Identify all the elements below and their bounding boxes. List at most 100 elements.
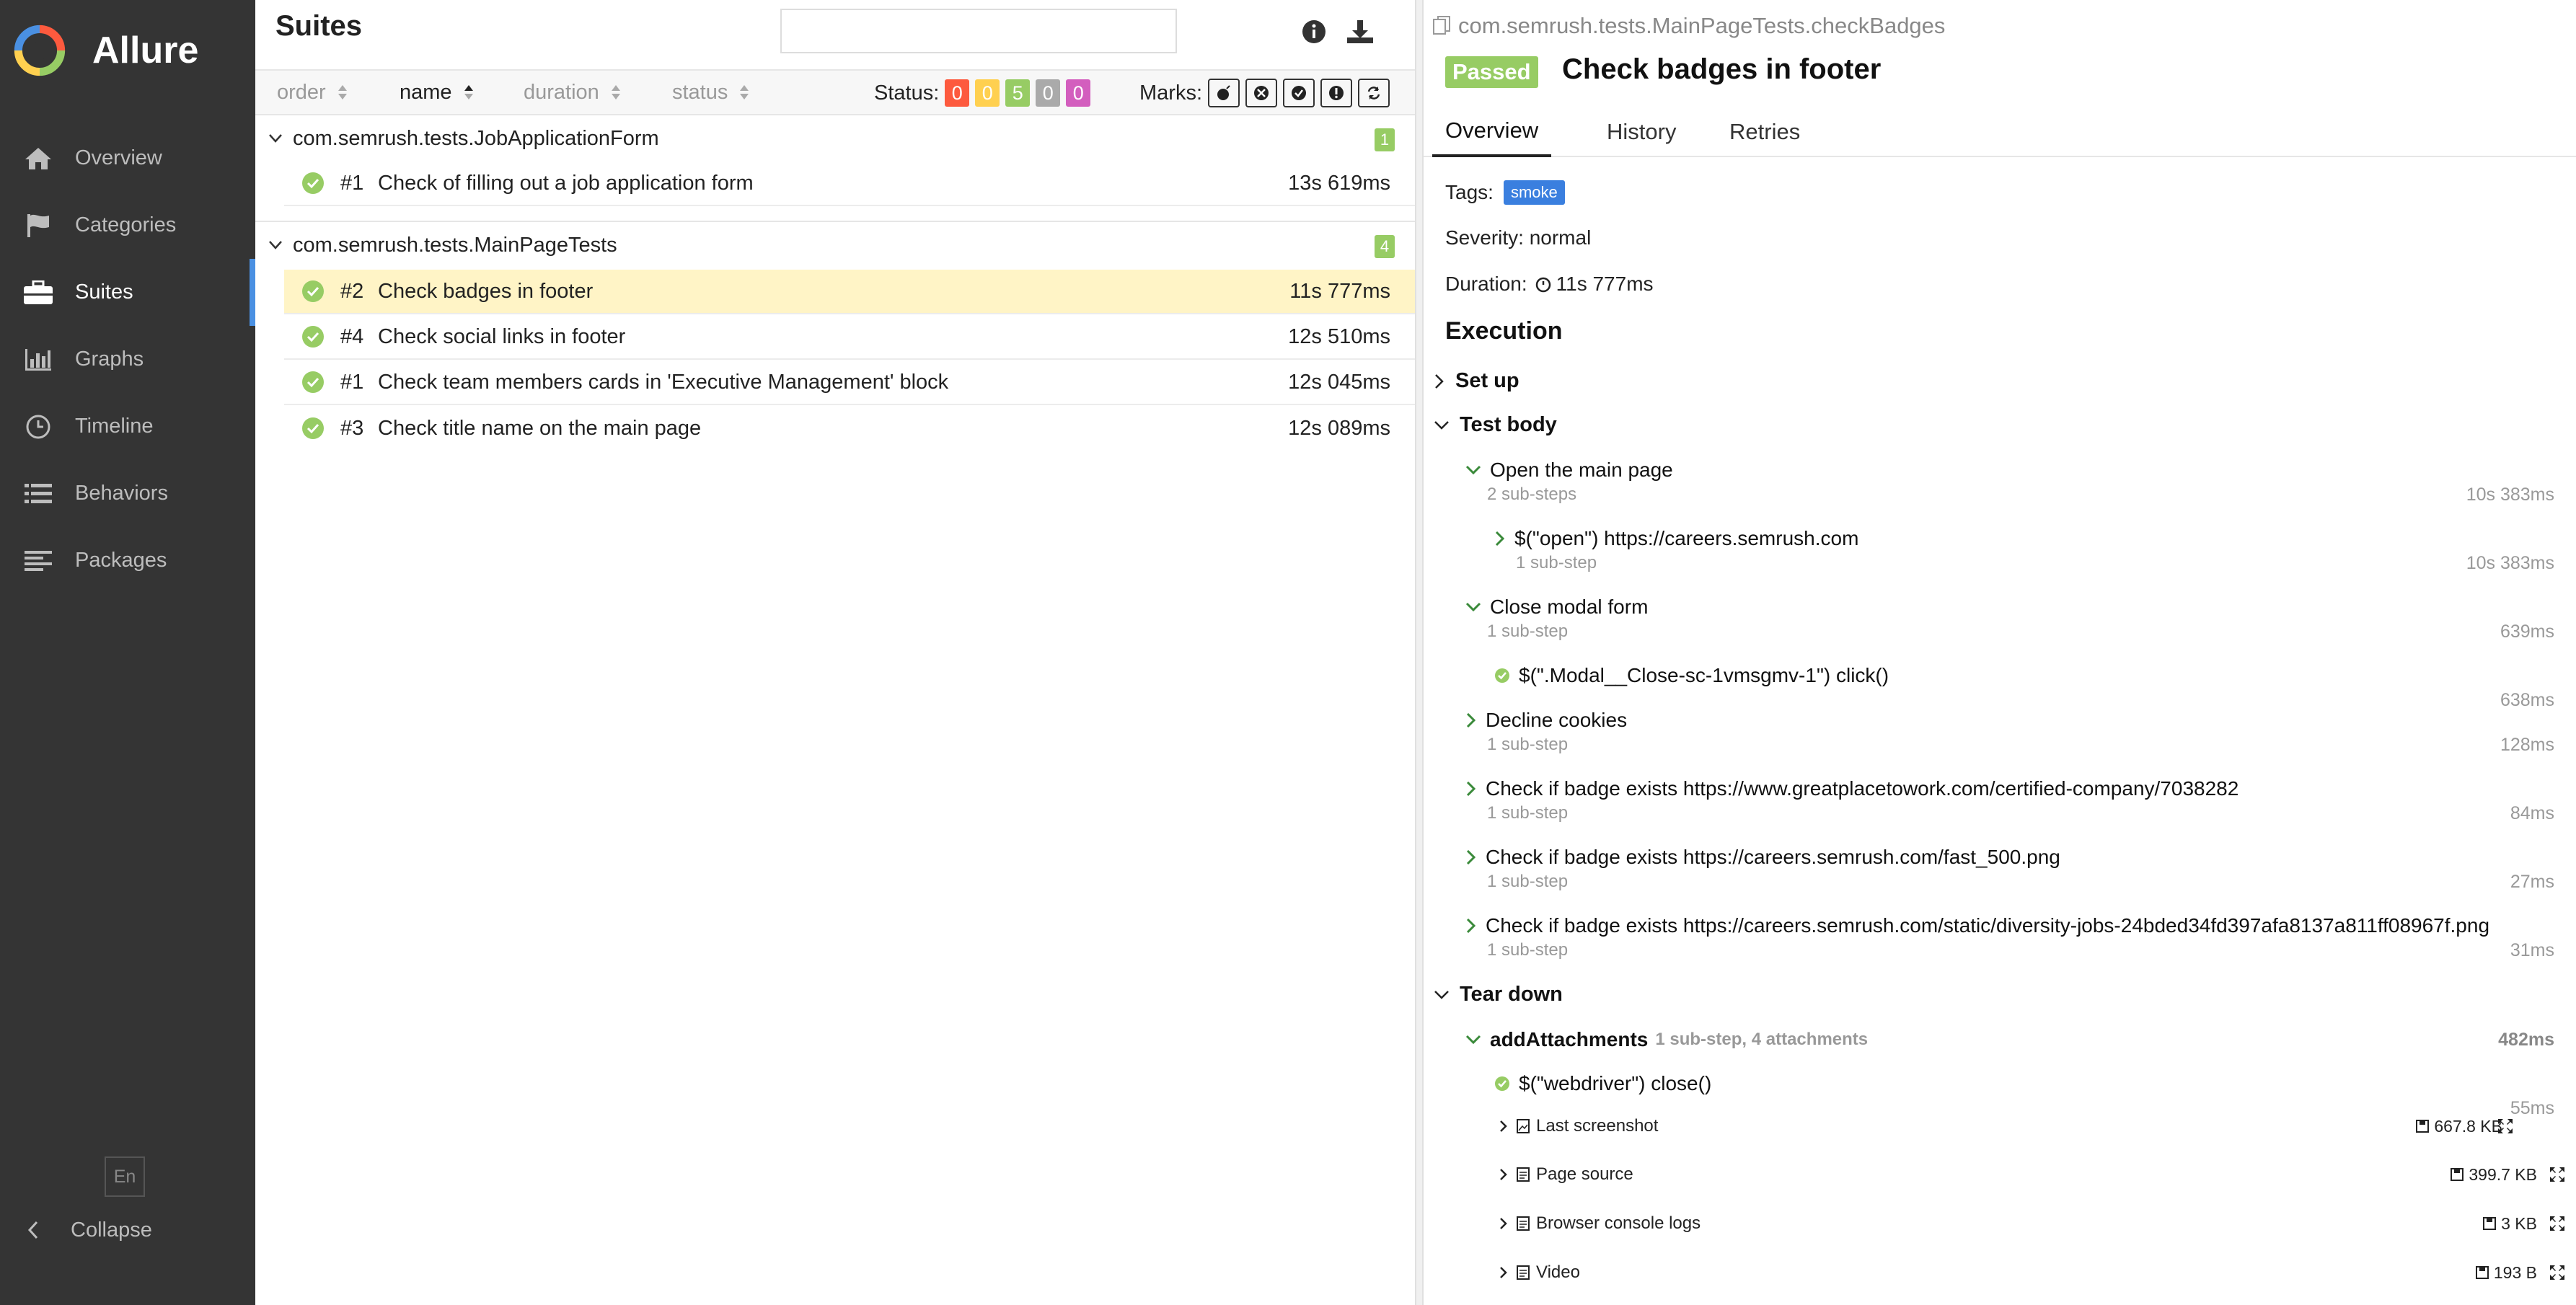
step-row[interactable]: $("open") https://careers.semrush.com xyxy=(1494,527,1858,550)
sort-arrows-icon xyxy=(739,84,749,101)
test-name: Check social links in footer xyxy=(378,324,626,348)
step-row[interactable]: Check if badge exists https://careers.se… xyxy=(1465,914,2489,937)
bar-chart-icon xyxy=(22,345,55,374)
step-name: $("webdriver") close() xyxy=(1519,1072,1712,1094)
attachment-name: Page source xyxy=(1536,1164,1633,1184)
status-broken-toggle[interactable]: 0 xyxy=(975,79,1000,107)
align-left-icon xyxy=(22,547,55,575)
info-icon[interactable] xyxy=(1298,16,1330,48)
collapse-button[interactable]: Collapse xyxy=(0,1201,255,1259)
step-name: Close modal form xyxy=(1490,596,1649,618)
sidebar-item-overview[interactable]: Overview xyxy=(0,125,255,192)
pane-splitter[interactable] xyxy=(1415,0,1424,1305)
step-substeps: 1 sub-step xyxy=(1487,621,1569,641)
sort-duration[interactable]: duration xyxy=(524,71,621,114)
attachment-row[interactable]: Browser console logs 3 KB xyxy=(1499,1203,2566,1244)
attachment-size-text: 399.7 KB xyxy=(2469,1164,2537,1184)
duration-row: Duration: 11s 777ms xyxy=(1445,273,1654,296)
new-failed-mark-icon[interactable] xyxy=(1245,79,1277,107)
attachment-row[interactable]: Video 193 B xyxy=(1499,1252,2566,1293)
step-name: addAttachments xyxy=(1490,1028,1649,1050)
flaky-mark-icon[interactable] xyxy=(1208,79,1240,107)
sidebar-item-packages[interactable]: Packages xyxy=(0,527,255,594)
step-substeps: 1 sub-step xyxy=(1487,872,1569,891)
step-row[interactable]: Close modal form xyxy=(1465,596,1648,619)
step-row[interactable]: Check if badge exists https://www.greatp… xyxy=(1465,777,2238,800)
status-unknown-toggle[interactable]: 0 xyxy=(1066,79,1091,107)
step-row[interactable]: Decline cookies xyxy=(1465,709,1627,732)
tag-badge[interactable]: smoke xyxy=(1503,180,1565,205)
sidebar-item-label: Categories xyxy=(75,213,177,236)
sort-label: duration xyxy=(524,80,599,104)
test-row[interactable]: #4 Check social links in footer 12s 510m… xyxy=(284,315,1415,360)
tab-overview[interactable]: Overview xyxy=(1432,107,1552,157)
teardown-stage[interactable]: Tear down xyxy=(1434,983,1563,1007)
duration-label: Duration: xyxy=(1445,273,1527,295)
attachment-size: 3 KB xyxy=(2482,1214,2537,1234)
test-name: Check title name on the main page xyxy=(378,416,702,440)
expand-icon[interactable] xyxy=(2549,1215,2566,1232)
download-icon[interactable] xyxy=(1344,16,1376,48)
search-input[interactable] xyxy=(780,9,1177,53)
step-info: 1 sub-step, 4 attachments xyxy=(1655,1030,1869,1049)
expand-icon[interactable] xyxy=(2549,1166,2566,1183)
tab-retries[interactable]: Retries xyxy=(1716,107,1813,157)
sort-order[interactable]: order xyxy=(277,71,348,114)
test-number: #1 xyxy=(340,370,364,394)
step-name: Decline cookies xyxy=(1486,709,1628,731)
step-row[interactable]: Open the main page xyxy=(1465,459,1673,482)
sidebar-item-behaviors[interactable]: Behaviors xyxy=(0,460,255,527)
new-passed-mark-icon[interactable] xyxy=(1283,79,1315,107)
step-name: $(".Modal__Close-sc-1vmsgmv-1") click() xyxy=(1519,664,1889,686)
step-name: $("open") https://careers.semrush.com xyxy=(1514,527,1859,549)
flag-icon xyxy=(22,211,55,240)
test-number: #1 xyxy=(340,171,364,195)
teardown-step-row[interactable]: addAttachments 1 sub-step, 4 attachments xyxy=(1465,1028,1868,1051)
language-switcher[interactable]: En xyxy=(105,1156,145,1197)
chevron-right-icon xyxy=(1499,1120,1509,1133)
step-duration: 84ms xyxy=(2510,803,2554,823)
test-row[interactable]: #1 Check of filling out a job applicatio… xyxy=(284,162,1415,206)
retries-mark-icon[interactable] xyxy=(1358,79,1390,107)
tags-row: Tags: smoke xyxy=(1445,180,1565,205)
suite-group-mainpagetests[interactable]: com.semrush.tests.MainPageTests 4 xyxy=(255,222,1415,268)
status-failed-toggle[interactable]: 0 xyxy=(945,79,970,107)
brand[interactable]: Allure xyxy=(13,22,198,79)
new-broken-mark-icon[interactable] xyxy=(1320,79,1352,107)
passed-check-icon xyxy=(1494,668,1510,684)
sidebar-item-timeline[interactable]: Timeline xyxy=(0,393,255,460)
test-duration: 11s 777ms xyxy=(1289,279,1390,303)
sidebar-item-categories[interactable]: Categories xyxy=(0,192,255,259)
test-row[interactable]: #1 Check team members cards in 'Executiv… xyxy=(284,360,1415,405)
status-skipped-toggle[interactable]: 0 xyxy=(1036,79,1061,107)
test-row[interactable]: #2 Check badges in footer 11s 777ms xyxy=(284,270,1415,314)
sidebar-item-graphs[interactable]: Graphs xyxy=(0,326,255,393)
copy-icon[interactable] xyxy=(1432,15,1452,37)
save-icon xyxy=(2475,1266,2489,1279)
expand-icon[interactable] xyxy=(2497,1118,2514,1135)
step-row[interactable]: Check if badge exists https://careers.se… xyxy=(1465,846,2060,869)
tab-history[interactable]: History xyxy=(1594,107,1689,157)
sidebar-item-suites[interactable]: Suites xyxy=(0,259,255,326)
chevron-down-icon xyxy=(268,133,283,143)
test-body-stage[interactable]: Test body xyxy=(1434,413,1557,437)
breadcrumb-text: com.semrush.tests.MainPageTests.checkBad… xyxy=(1458,13,1946,38)
suite-group-jobapplicationform[interactable]: com.semrush.tests.JobApplicationForm 1 xyxy=(255,115,1415,162)
status-passed-toggle[interactable]: 5 xyxy=(1005,79,1031,107)
test-detail-pane: com.semrush.tests.MainPageTests.checkBad… xyxy=(1424,0,2576,1305)
sidebar-item-label: Behaviors xyxy=(75,482,168,505)
passed-check-icon xyxy=(301,371,325,394)
attachment-size-text: 3 KB xyxy=(2501,1213,2537,1233)
test-row[interactable]: #3 Check title name on the main page 12s… xyxy=(284,406,1415,451)
sort-name[interactable]: name xyxy=(400,71,474,114)
attachment-row[interactable]: Page source 399.7 KB xyxy=(1499,1154,2566,1195)
attachment-row[interactable]: Last screenshot 667.8 KB xyxy=(1499,1106,2566,1146)
brand-name: Allure xyxy=(92,30,199,71)
sort-status[interactable]: status xyxy=(672,71,749,114)
allure-logo-icon xyxy=(14,25,66,76)
severity: Severity: normal xyxy=(1445,226,1592,249)
expand-icon[interactable] xyxy=(2549,1264,2566,1281)
step-substeps: 1 sub-step xyxy=(1487,940,1569,960)
setup-stage[interactable]: Set up xyxy=(1434,369,1519,393)
chevron-right-icon xyxy=(1499,1266,1509,1279)
